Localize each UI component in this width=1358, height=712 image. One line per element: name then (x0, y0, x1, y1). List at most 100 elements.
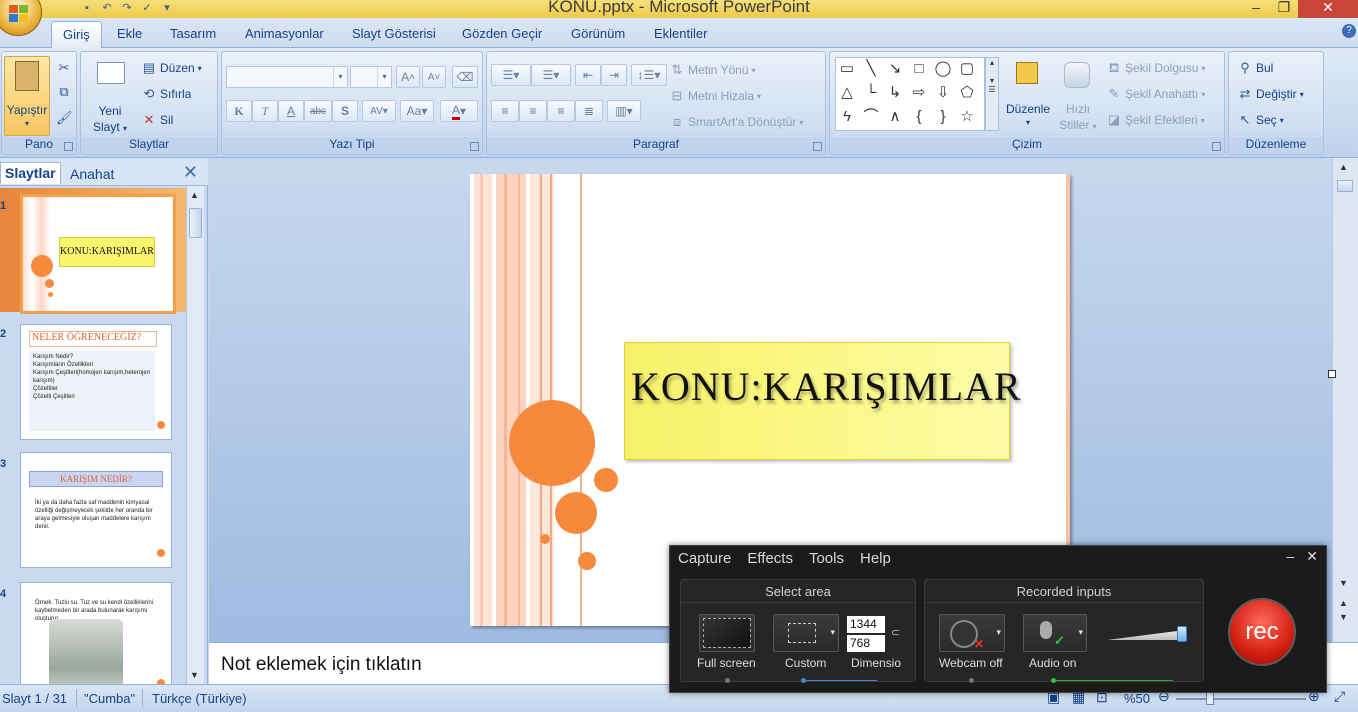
new-slide-button[interactable]: Yeni Slayt ▾ (87, 56, 133, 136)
scroll-down-icon[interactable]: ▼ (1339, 578, 1348, 588)
left-brace-icon[interactable]: { (908, 106, 930, 128)
font-size-combo[interactable]: ▾ (350, 66, 392, 88)
right-brace-icon[interactable]: } (932, 106, 954, 128)
font-name-combo[interactable]: ▾ (226, 66, 348, 88)
change-case-button[interactable]: Aa ▾ (400, 100, 434, 122)
elbow-connector-icon[interactable]: └ (860, 82, 882, 104)
dialog-launcher-icon[interactable] (470, 142, 479, 151)
line-spacing-button[interactable]: ↕☰ ▾ (631, 64, 667, 86)
resize-handle[interactable] (1328, 370, 1336, 378)
close-icon[interactable]: ✕ (183, 162, 198, 183)
scroll-thumb[interactable] (189, 208, 202, 238)
shapes-gallery-scroll[interactable]: ▴ ▾ ☰ (985, 57, 999, 131)
slide-thumb-4[interactable]: Örnek. Tuzlu su. Tuz ve su kendi özellik… (20, 582, 172, 684)
slide-title-box[interactable]: KONU:KARIŞIMLAR (624, 342, 1021, 460)
scroll-thumb[interactable] (1337, 180, 1353, 192)
star-shape-icon[interactable]: ☆ (956, 106, 978, 128)
layout-button[interactable]: ▤ Düzen ▾ (141, 60, 202, 76)
dialog-launcher-icon[interactable] (64, 142, 73, 151)
curve-shape-icon[interactable]: ⌒ (860, 106, 882, 128)
numbering-button[interactable]: ☰ ▾ (531, 64, 571, 86)
decrease-indent-button[interactable]: ⇤ (575, 64, 601, 86)
tab-gorunum[interactable]: Görünüm (571, 26, 625, 41)
language[interactable]: Türkçe (Türkiye) (152, 691, 247, 706)
close-icon[interactable]: ✕ (1306, 548, 1318, 565)
bold-button[interactable]: K (226, 100, 252, 122)
lock-icon[interactable]: ⊂ (891, 626, 900, 639)
rounded-rect-shape-icon[interactable]: ▢ (956, 58, 978, 80)
tab-gozden-gecir[interactable]: Gözden Geçir (462, 26, 542, 41)
thumbs-scrollbar[interactable]: ▲ ▼ (186, 186, 204, 684)
tab-tasarim[interactable]: Tasarım (170, 26, 216, 41)
bullets-button[interactable]: ☰ ▾ (491, 64, 531, 86)
volume-slider-thumb[interactable] (1177, 626, 1187, 642)
character-spacing-button[interactable]: AV ▾ (362, 100, 396, 122)
scroll-up-icon[interactable]: ▲ (190, 190, 199, 200)
theme-name[interactable]: "Cumba" (84, 691, 135, 706)
shape-outline-button[interactable]: ✎ Şekil Anahattı ▾ (1106, 86, 1206, 102)
volume-slider[interactable] (1107, 630, 1185, 640)
scroll-up-icon[interactable]: ▲ (1339, 162, 1348, 172)
oval-shape-icon[interactable]: ◯ (932, 58, 954, 80)
reset-button[interactable]: ⟲ Sıfırla (141, 86, 192, 102)
select-button[interactable]: ↖ Seç ▾ (1237, 112, 1284, 128)
align-center-button[interactable]: ≡ (519, 100, 547, 122)
italic-button[interactable]: T (252, 100, 278, 122)
full-screen-button[interactable] (699, 614, 755, 652)
minimize-button[interactable]: – (1242, 0, 1270, 18)
triangle-shape-icon[interactable]: △ (836, 82, 858, 104)
cut-button[interactable]: ✂ (56, 60, 72, 76)
tab-eklentiler[interactable]: Eklentiler (654, 26, 707, 41)
strikethrough-button[interactable]: abc (304, 100, 332, 122)
pentagon-shape-icon[interactable]: ⬠ (956, 82, 978, 104)
audio-toggle[interactable]: ✓ ▾ (1023, 614, 1087, 652)
paste-button[interactable]: Yapıştır ▾ (4, 56, 50, 136)
menu-effects[interactable]: Effects (747, 550, 793, 567)
text-direction-button[interactable]: ⇅ Metin Yönü ▾ (669, 62, 756, 78)
clear-formatting-button[interactable]: ⌫ (452, 66, 478, 88)
align-right-button[interactable]: ≡ (547, 100, 575, 122)
slide-thumb-2[interactable]: NELER ÖĞRENECEĞİZ? Karışım Nedir? Karışı… (20, 324, 172, 440)
menu-tools[interactable]: Tools (809, 550, 844, 567)
tab-ekle[interactable]: Ekle (117, 26, 142, 41)
align-text-button[interactable]: ⊟ Metni Hizala ▾ (669, 88, 762, 104)
textbox-shape-icon[interactable]: ▭ (836, 58, 858, 80)
previous-slide-icon[interactable]: ▲ (1339, 598, 1348, 608)
lightning-shape-icon[interactable]: ϟ (836, 106, 858, 128)
tab-slides[interactable]: Slaytlar (0, 162, 61, 184)
arrange-button[interactable]: Düzenle ▾ (1004, 58, 1052, 136)
rectangle-shape-icon[interactable]: □ (908, 58, 930, 80)
menu-help[interactable]: Help (860, 550, 891, 567)
close-button[interactable]: ✕ (1298, 0, 1358, 18)
delete-slide-button[interactable]: ✕ Sil (141, 112, 174, 128)
underline-button[interactable]: A (278, 100, 304, 122)
quick-styles-button[interactable]: Hızlı Stiller ▾ (1056, 58, 1100, 136)
width-input[interactable]: 1344 (847, 616, 885, 633)
next-slide-icon[interactable]: ▼ (1339, 612, 1348, 622)
dialog-launcher-icon[interactable] (1212, 142, 1221, 151)
freeform-shape-icon[interactable]: ∧ (884, 106, 906, 128)
tab-slayt-gosterisi[interactable]: Slayt Gösterisi (352, 26, 436, 41)
slide-thumb-1[interactable]: KONU:KARIŞIMLAR (20, 194, 176, 314)
tab-outline[interactable]: Anahat (66, 164, 118, 186)
slide-scrollbar[interactable]: ▲ ▼ ▲ ▼ (1328, 158, 1358, 684)
replace-button[interactable]: ⇄ Değiştir ▾ (1237, 86, 1304, 102)
zoom-slider-thumb[interactable] (1206, 691, 1214, 705)
right-arrow-shape-icon[interactable]: ⇨ (908, 82, 930, 104)
shape-fill-button[interactable]: ⛾ Şekil Dolgusu ▾ (1106, 60, 1206, 76)
increase-indent-button[interactable]: ⇥ (601, 64, 627, 86)
shrink-font-button[interactable]: A ˅ (422, 66, 446, 88)
fit-to-window-icon[interactable]: ⤢ (1334, 688, 1345, 705)
shadow-button[interactable]: S (332, 100, 358, 122)
justify-button[interactable]: ≣ (575, 100, 603, 122)
restore-button[interactable]: ❐ (1270, 0, 1298, 18)
tab-animasyonlar[interactable]: Animasyonlar (245, 26, 324, 41)
font-color-button[interactable]: A ▾ (440, 100, 478, 122)
shapes-gallery[interactable]: ▭ ╲ ↘ □ ◯ ▢ △ └ ↳ ⇨ ⇩ ⬠ ϟ ⌒ ∧ { } ☆ (835, 57, 985, 131)
elbow-arrow-icon[interactable]: ↳ (884, 82, 906, 104)
height-input[interactable]: 768 (847, 635, 885, 652)
record-button[interactable]: rec (1228, 598, 1296, 666)
help-icon[interactable]: ? (1342, 24, 1356, 38)
slide-thumb-3[interactable]: KARIŞIM NEDİR? İki ya da daha fazla saf … (20, 452, 172, 568)
columns-button[interactable]: ▥ ▾ (607, 100, 641, 122)
